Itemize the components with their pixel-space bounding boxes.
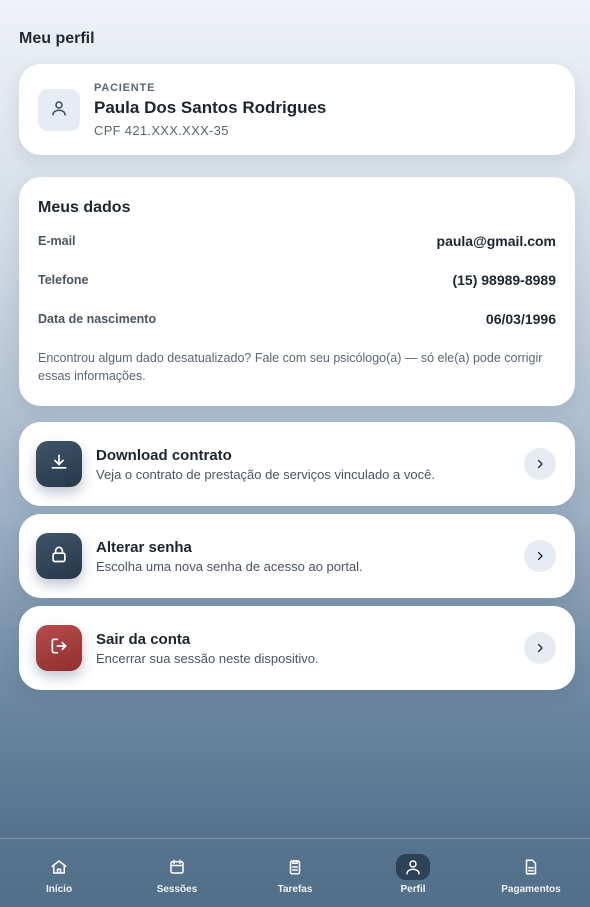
chevron-right-icon[interactable] (524, 448, 556, 480)
clipboard-icon (278, 854, 312, 880)
download-contract-title: Download contrato (96, 447, 232, 464)
logout-subtitle: Encerrar sua sessão neste dispositivo. (96, 651, 319, 666)
change-password-button[interactable]: Alterar senha Escolha uma nova senha de … (19, 514, 575, 598)
nav-label: Tarefas (277, 884, 313, 895)
data-title: Meus dados (38, 199, 131, 216)
lock-icon (49, 544, 69, 569)
logout-icon-tile (36, 625, 82, 671)
chevron-right-icon[interactable] (524, 632, 556, 664)
nav-item-tarefas[interactable]: Tarefas (236, 839, 354, 907)
change-password-title: Alterar senha (96, 539, 192, 556)
phone-value: (15) 98989-8989 (452, 272, 556, 288)
patient-name: Paula Dos Santos Rodrigues (94, 98, 327, 117)
logout-button[interactable]: Sair da conta Encerrar sua sessão neste … (19, 606, 575, 690)
nav-label: Sessões (156, 884, 198, 895)
phone-label: Telefone (38, 273, 89, 287)
home-icon (42, 854, 76, 880)
nav-item-sessoes[interactable]: Sessões (118, 839, 236, 907)
document-icon (514, 854, 548, 880)
data-row-birthdate: Data de nascimento 06/03/1996 (38, 311, 556, 327)
patient-card: PACIENTE Paula Dos Santos Rodrigues CPF … (19, 64, 575, 155)
nav-item-pagamentos[interactable]: Pagamentos (472, 839, 590, 907)
download-contract-button[interactable]: Download contrato Veja o contrato de pre… (19, 422, 575, 506)
download-icon-tile (36, 441, 82, 487)
nav-label: Pagamentos (501, 884, 561, 895)
change-password-subtitle: Escolha uma nova senha de acesso ao port… (96, 559, 363, 574)
logout-title: Sair da conta (96, 631, 191, 648)
nav-item-perfil[interactable]: Perfil (354, 839, 472, 907)
personal-data-card: Meus dados E-mail paula@gmail.com Telefo… (19, 177, 575, 406)
email-value: paula@gmail.com (436, 233, 556, 249)
nav-label: Perfil (400, 884, 426, 895)
lock-icon-tile (36, 533, 82, 579)
nav-item-inicio[interactable]: Início (0, 839, 118, 907)
avatar (38, 89, 80, 131)
user-icon (50, 99, 68, 122)
data-row-phone: Telefone (15) 98989-8989 (38, 272, 556, 288)
user-icon (396, 854, 430, 880)
patient-label: PACIENTE (94, 82, 156, 94)
outdated-data-note: Encontrou algum dado desatualizado? Fale… (38, 351, 543, 383)
logout-icon (49, 636, 69, 661)
chevron-right-icon[interactable] (524, 540, 556, 572)
download-icon (49, 452, 69, 477)
birthdate-value: 06/03/1996 (485, 311, 556, 327)
data-row-email: E-mail paula@gmail.com (38, 233, 556, 249)
patient-cpf: CPF 421.XXX.XXX-35 (94, 123, 229, 138)
birthdate-label: Data de nascimento (38, 312, 157, 326)
calendar-icon (160, 854, 194, 880)
download-contract-subtitle: Veja o contrato de prestação de serviços… (96, 467, 435, 482)
page-title: Meu perfil (19, 30, 95, 47)
nav-label: Início (45, 884, 73, 895)
email-label: E-mail (38, 234, 76, 248)
bottom-nav: Início Sessões Tarefas Perfil Pagamentos (0, 838, 590, 907)
